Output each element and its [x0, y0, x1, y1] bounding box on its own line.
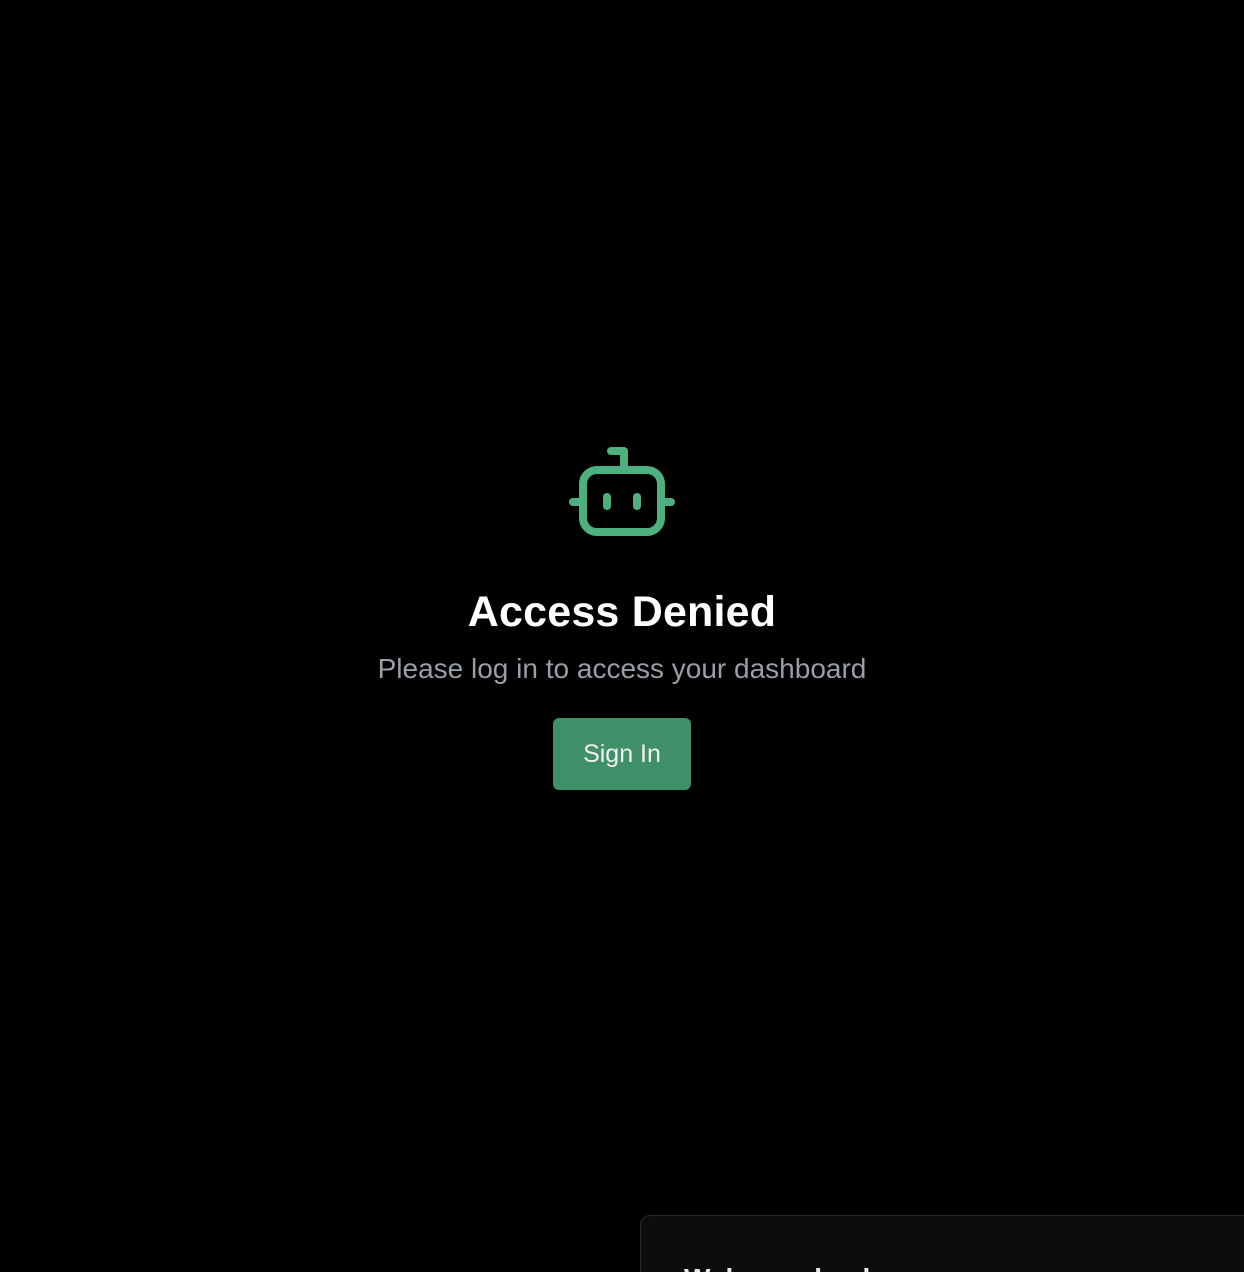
sign-in-button[interactable]: Sign In — [553, 718, 691, 790]
toast-text: Welcome back — [684, 1262, 878, 1272]
page-title: Access Denied — [467, 588, 777, 636]
access-denied-page: Access Denied Please log in to access yo… — [0, 0, 1244, 1272]
page-subtitle: Please log in to access your dashboard — [377, 653, 867, 684]
toast-notification: Welcome back — [640, 1215, 1244, 1272]
access-denied-panel: Access Denied Please log in to access yo… — [0, 446, 1244, 790]
bot-icon — [569, 446, 675, 538]
